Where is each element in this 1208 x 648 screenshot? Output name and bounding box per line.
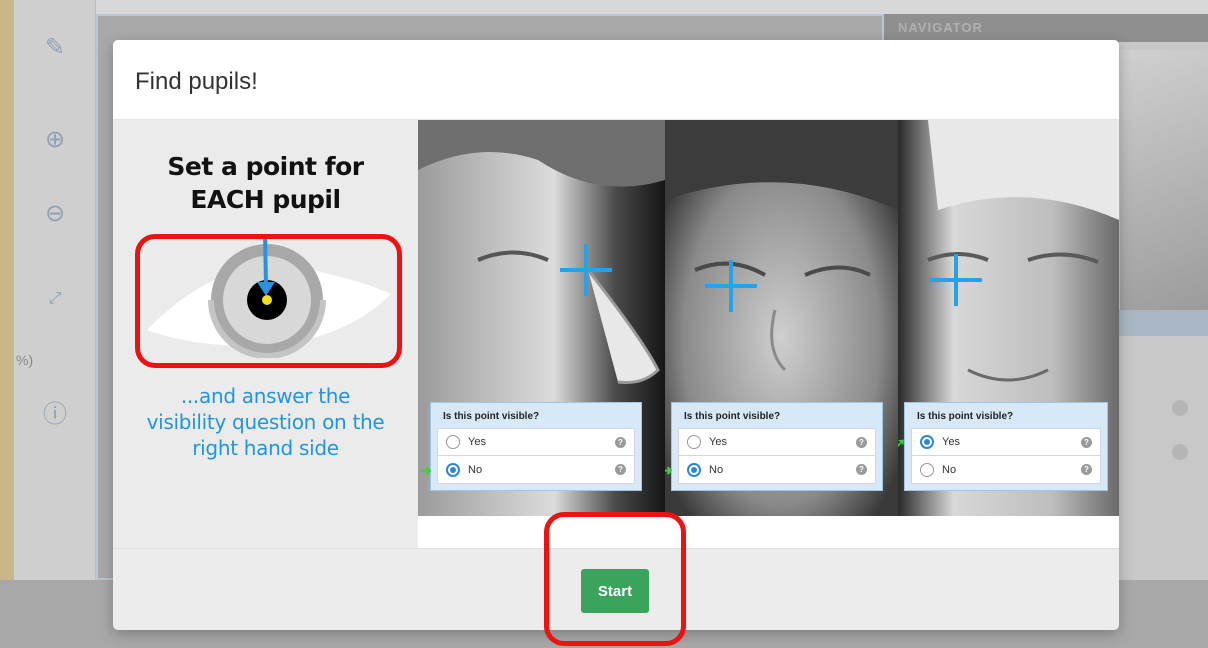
- zoom-percent: %): [16, 352, 34, 368]
- example-photo-3: Is this point visible? ➚ Yes ? No ?: [898, 120, 1119, 516]
- instructions-subtitle-line: right hand side: [192, 436, 339, 460]
- visibility-panel: Is this point visible? Yes ? ➜ No ?: [665, 402, 883, 491]
- zoom-out-icon[interactable]: ⊖: [38, 196, 72, 230]
- instructions-title-line: EACH pupil: [190, 185, 341, 214]
- visibility-panel: Is this point visible? ➚ Yes ? No ?: [898, 402, 1108, 491]
- instructions-subtitle-line: visibility question on the: [146, 410, 385, 434]
- help-icon[interactable]: [1172, 400, 1188, 416]
- help-icon[interactable]: ?: [856, 437, 867, 448]
- yes-option[interactable]: ➚ Yes ?: [898, 428, 1101, 456]
- zoom-in-icon[interactable]: ⊕: [38, 122, 72, 156]
- help-icon[interactable]: ?: [615, 437, 626, 448]
- instructions-title-line: Set a point for: [167, 152, 364, 181]
- yes-radio[interactable]: [446, 435, 460, 449]
- info-icon[interactable]: ⓘ: [38, 394, 72, 428]
- find-pupils-modal: Find pupils! Set a point for EACH pupil …: [113, 40, 1119, 630]
- modal-title: Find pupils!: [135, 68, 258, 95]
- yes-radio[interactable]: [687, 435, 701, 449]
- yes-label: Yes: [942, 436, 960, 448]
- start-button[interactable]: Start: [581, 569, 649, 613]
- eye-illustration: [147, 234, 391, 358]
- visibility-panel: Is this point visible? Yes ? ➜ No ?: [420, 402, 642, 491]
- instructions-subtitle: ...and answer the visibility question on…: [113, 383, 418, 461]
- navigator-title: NAVIGATOR: [884, 14, 1208, 42]
- no-radio[interactable]: [920, 462, 934, 477]
- instructions-title: Set a point for EACH pupil: [113, 150, 418, 216]
- green-arrow-icon: ➜: [420, 462, 432, 478]
- yes-option[interactable]: Yes ?: [437, 428, 635, 456]
- instructions-panel: Set a point for EACH pupil ...and answer…: [113, 120, 418, 548]
- no-label: No: [468, 463, 483, 476]
- modal-header: Find pupils!: [113, 40, 1119, 120]
- yes-radio[interactable]: [920, 435, 934, 449]
- no-radio[interactable]: [446, 462, 460, 477]
- example-photo-2: Is this point visible? Yes ? ➜ No ?: [665, 120, 898, 516]
- modal-body: Set a point for EACH pupil ...and answer…: [113, 120, 1119, 548]
- fit-screen-icon[interactable]: ⤢: [38, 282, 72, 316]
- instructions-subtitle-line: ...and answer the: [180, 384, 351, 408]
- tool-sidebar: ✎ ⊕ ⊖ ⤢ ⓘ %): [14, 0, 96, 580]
- yes-label: Yes: [709, 436, 727, 448]
- modal-footer: Start: [113, 548, 1119, 630]
- visibility-question: Is this point visible?: [684, 411, 781, 422]
- no-option[interactable]: No ?: [911, 456, 1101, 484]
- point-crosshair: [560, 244, 612, 296]
- point-crosshair: [705, 260, 757, 312]
- point-crosshair: [930, 254, 982, 306]
- no-radio[interactable]: [687, 462, 701, 477]
- help-icon[interactable]: ?: [1081, 437, 1092, 448]
- no-label: No: [942, 463, 957, 476]
- green-arrow-icon: ➚: [898, 435, 906, 451]
- yes-option[interactable]: Yes ?: [678, 428, 876, 456]
- navigator-thumbnail: [1120, 50, 1208, 318]
- edit-icon[interactable]: ✎: [38, 30, 72, 64]
- no-label: No: [709, 463, 724, 476]
- example-photo-1: Is this point visible? Yes ? ➜ No ?: [418, 120, 665, 516]
- no-option[interactable]: ➜ No ?: [665, 456, 876, 484]
- help-icon[interactable]: ?: [1081, 464, 1092, 475]
- help-icon[interactable]: ?: [856, 464, 867, 475]
- help-icon[interactable]: [1172, 444, 1188, 460]
- visibility-question: Is this point visible?: [443, 411, 540, 422]
- left-edge: [0, 0, 14, 648]
- visibility-question: Is this point visible?: [917, 411, 1014, 422]
- yes-label: Yes: [468, 436, 486, 448]
- green-arrow-icon: ➜: [665, 462, 673, 478]
- no-option[interactable]: ➜ No ?: [420, 456, 635, 484]
- help-icon[interactable]: ?: [615, 464, 626, 475]
